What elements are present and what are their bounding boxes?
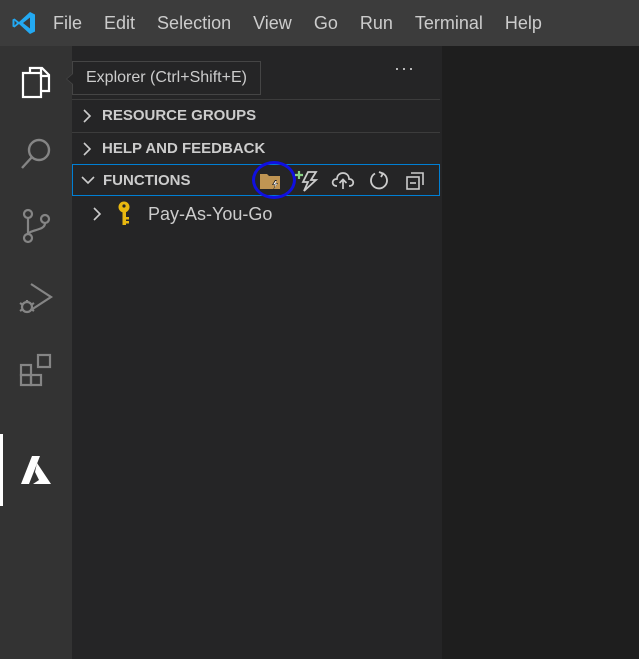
- extensions-icon[interactable]: [0, 334, 72, 406]
- search-icon[interactable]: [0, 118, 72, 190]
- create-function-button[interactable]: [289, 165, 325, 196]
- activity-bar: [0, 46, 72, 659]
- chevron-down-icon: [73, 175, 103, 185]
- functions-actions: [252, 161, 433, 199]
- menu-help[interactable]: Help: [494, 0, 553, 46]
- chevron-right-icon: [72, 108, 102, 123]
- section-functions[interactable]: FUNCTIONS: [72, 161, 440, 199]
- menu-bar: File Edit Selection View Go Run Terminal…: [0, 0, 639, 46]
- run-debug-icon[interactable]: [0, 262, 72, 334]
- refresh-icon: [370, 170, 388, 189]
- azure-icon[interactable]: [0, 434, 72, 506]
- menu-terminal[interactable]: Terminal: [404, 0, 494, 46]
- more-actions-button[interactable]: ···: [394, 58, 415, 79]
- chevron-right-icon: [92, 207, 116, 221]
- section-help-and-feedback[interactable]: HELP AND FEEDBACK: [72, 132, 440, 164]
- collapse-all-icon: [406, 171, 424, 190]
- side-bar: ··· RESOURCE GROUPS HELP AND FEEDBACK FU…: [72, 46, 442, 659]
- explorer-tooltip: Explorer (Ctrl+Shift+E): [66, 61, 261, 95]
- section-label: FUNCTIONS: [103, 171, 191, 189]
- explorer-icon[interactable]: [0, 46, 72, 118]
- menu-go[interactable]: Go: [303, 0, 349, 46]
- section-label: HELP AND FEEDBACK: [102, 140, 266, 157]
- deploy-button[interactable]: [325, 165, 361, 196]
- tree-item-subscription[interactable]: Pay-As-You-Go: [72, 198, 440, 230]
- menu-view[interactable]: View: [242, 0, 303, 46]
- editor-area: [442, 46, 639, 659]
- refresh-button[interactable]: [361, 165, 397, 196]
- menu-file[interactable]: File: [42, 0, 93, 46]
- key-icon: [116, 201, 148, 227]
- tree-item-label: Pay-As-You-Go: [148, 203, 273, 224]
- chevron-right-icon: [72, 141, 102, 156]
- create-project-button[interactable]: [252, 161, 296, 199]
- section-resource-groups[interactable]: RESOURCE GROUPS: [72, 99, 440, 131]
- menu-edit[interactable]: Edit: [93, 0, 146, 46]
- source-control-icon[interactable]: [0, 190, 72, 262]
- collapse-all-button[interactable]: [397, 165, 433, 196]
- section-label: RESOURCE GROUPS: [102, 107, 257, 124]
- deploy-icon: [331, 171, 355, 189]
- vscode-logo-icon: [6, 0, 42, 46]
- menu-run[interactable]: Run: [349, 0, 404, 46]
- create-function-icon: [295, 170, 319, 192]
- menu-selection[interactable]: Selection: [146, 0, 242, 46]
